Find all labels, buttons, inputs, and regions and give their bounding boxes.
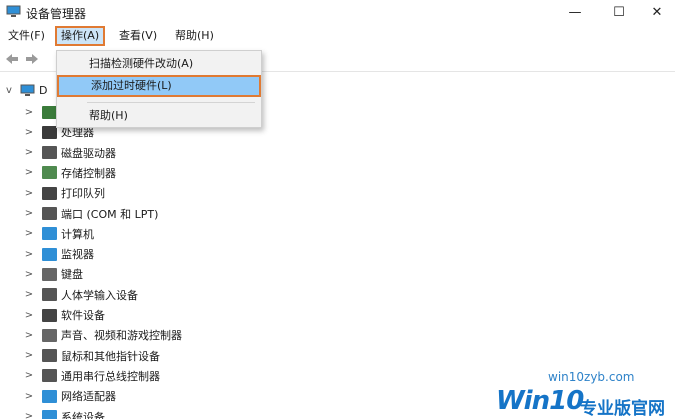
chevron-right-icon[interactable]: > (24, 350, 34, 361)
hid-icon (42, 288, 57, 302)
watermark-brand: Win10 (496, 386, 584, 416)
usb-icon (42, 369, 57, 383)
tree-row[interactable]: > 系统设备 (24, 407, 105, 419)
tree-row-label: 人体学输入设备 (61, 288, 138, 302)
menu-file[interactable]: 文件(F) (5, 26, 48, 46)
menu-help[interactable]: 帮助(H) (172, 26, 217, 46)
chevron-right-icon[interactable]: > (24, 147, 34, 158)
tree-row-label: 存储控制器 (61, 166, 116, 180)
tree-row-label: 计算机 (61, 227, 94, 241)
chevron-right-icon[interactable]: > (24, 107, 34, 118)
tree-row-label: 监视器 (61, 248, 94, 262)
chevron-right-icon[interactable]: > (24, 411, 34, 419)
tree-row[interactable]: > 计算机 (24, 224, 94, 244)
chevron-right-icon[interactable]: > (24, 208, 34, 219)
tree-row-label: 软件设备 (61, 309, 105, 322)
tree-row[interactable]: > 端口 (COM 和 LPT) (24, 204, 158, 224)
tree-row-label: 打印队列 (61, 187, 105, 201)
tree-row-label: 声音、视频和游戏控制器 (61, 329, 182, 343)
forward-arrow-icon[interactable] (24, 52, 40, 66)
watermark: win10zyb.com Win10 专业版官网 (470, 370, 675, 419)
action-menu-dropdown: 扫描检测硬件改动(A) 添加过时硬件(L) 帮助(H) (56, 50, 262, 128)
chevron-right-icon[interactable]: > (24, 391, 34, 402)
network-card-icon (42, 105, 57, 119)
storage-controller-icon (42, 166, 57, 180)
tree-row[interactable]: > 人体学输入设备 (24, 285, 138, 305)
menu-action[interactable]: 操作(A) (55, 26, 106, 46)
device-manager-icon (6, 5, 21, 17)
processor-icon (42, 125, 57, 139)
menu-item-add-legacy-hardware[interactable]: 添加过时硬件(L) (57, 75, 261, 97)
watermark-subtitle: 专业版官网 (580, 399, 665, 419)
tree-root[interactable]: v D (4, 80, 47, 100)
menu-view[interactable]: 查看(V) (116, 26, 160, 46)
keyboard-icon (42, 267, 57, 281)
tree-row[interactable]: > 键盘 (24, 264, 83, 284)
chevron-right-icon[interactable]: > (24, 127, 34, 138)
computer-icon (42, 227, 57, 241)
chevron-right-icon[interactable]: > (24, 370, 34, 381)
tree-row-label: 键盘 (61, 268, 83, 282)
tree-root-label: D (39, 83, 48, 97)
network-adapter-icon (42, 389, 57, 403)
chevron-right-icon[interactable]: > (24, 249, 34, 260)
computer-root-icon (20, 84, 35, 96)
disk-drive-icon (42, 146, 57, 160)
tree-row[interactable]: > 监视器 (24, 244, 94, 264)
tree-row-label: 磁盘驱动器 (61, 146, 116, 160)
tree-row[interactable]: > 磁盘驱动器 (24, 143, 116, 163)
system-device-icon (42, 410, 57, 419)
close-button[interactable]: ✕ (635, 0, 675, 24)
title-bar: 设备管理器 — ☐ ✕ (0, 0, 675, 24)
chevron-right-icon[interactable]: > (24, 167, 34, 178)
tree-row[interactable]: > 打印队列 (24, 183, 105, 203)
minimize-button[interactable]: — (553, 0, 597, 24)
tree-row-label: 系统设备 (61, 410, 105, 419)
chevron-right-icon[interactable]: > (24, 310, 34, 321)
tree-row-label: 通用串行总线控制器 (61, 369, 160, 383)
chevron-right-icon[interactable]: > (24, 188, 34, 199)
back-arrow-icon[interactable] (4, 52, 20, 66)
tree-row[interactable]: > 声音、视频和游戏控制器 (24, 325, 182, 345)
tree-row-label: 端口 (COM 和 LPT) (61, 207, 159, 221)
menu-item-help[interactable]: 帮助(H) (57, 106, 261, 126)
port-icon (42, 207, 57, 220)
tree-row-label: 鼠标和其他指针设备 (61, 349, 160, 363)
menu-item-scan-hardware[interactable]: 扫描检测硬件改动(A) (57, 54, 261, 74)
window-title: 设备管理器 (26, 7, 87, 21)
tree-row[interactable]: > 软件设备 (24, 305, 105, 325)
chevron-down-icon[interactable]: v (4, 85, 14, 96)
tree-row[interactable]: > 鼠标和其他指针设备 (24, 346, 160, 366)
menu-bar: 文件(F) 操作(A) 查看(V) 帮助(H) (0, 26, 675, 46)
chevron-right-icon[interactable]: > (24, 330, 34, 341)
chevron-right-icon[interactable]: > (24, 228, 34, 239)
chevron-right-icon[interactable]: > (24, 269, 34, 280)
mouse-icon (42, 349, 57, 363)
tree-row[interactable]: > 网络适配器 (24, 386, 116, 406)
tree-row-label: 网络适配器 (61, 390, 116, 404)
software-device-icon (42, 308, 57, 322)
chevron-right-icon[interactable]: > (24, 289, 34, 300)
menu-separator (87, 102, 255, 103)
tree-row[interactable]: > 通用串行总线控制器 (24, 366, 160, 386)
printer-icon (42, 186, 57, 200)
watermark-url: win10zyb.com (548, 370, 635, 384)
tree-row[interactable]: > 存储控制器 (24, 163, 116, 183)
monitor-icon (42, 247, 57, 261)
sound-icon (42, 328, 57, 342)
